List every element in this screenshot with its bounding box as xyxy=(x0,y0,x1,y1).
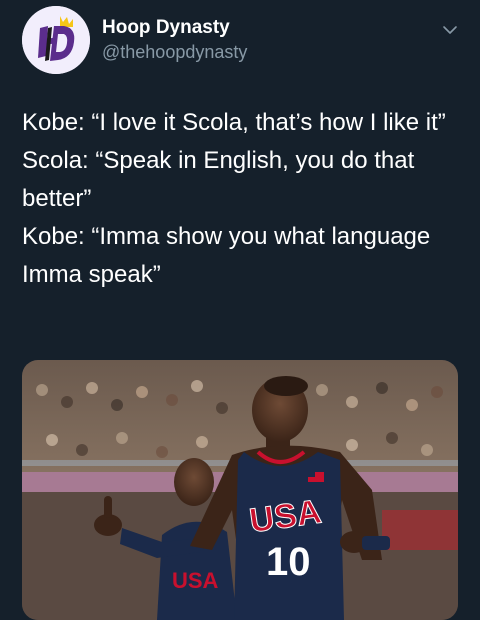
second-jersey-text: USA xyxy=(172,568,219,593)
tweet-header: Hoop Dynasty @thehoopdynasty xyxy=(22,6,462,76)
avatar[interactable] xyxy=(22,6,90,74)
handle[interactable]: @thehoopdynasty xyxy=(102,40,247,64)
hoop-dynasty-logo-icon xyxy=(22,6,90,74)
tweet[interactable]: Hoop Dynasty @thehoopdynasty Kobe: “I lo… xyxy=(0,0,480,620)
tweet-line: Scola: “Speak in English, you do that be… xyxy=(22,147,421,212)
jersey-number: 10 xyxy=(266,540,311,584)
chevron-down-icon[interactable] xyxy=(440,20,460,40)
tweet-text: Kobe: “I love it Scola, that’s how I lik… xyxy=(22,104,462,294)
tweet-line: Kobe: “Imma show you what language Imma … xyxy=(22,223,437,288)
tweet-photo[interactable]: USA USA 10 xyxy=(22,360,458,620)
photo-illustration: USA USA 10 xyxy=(22,360,458,620)
display-name[interactable]: Hoop Dynasty xyxy=(102,16,247,40)
author-names: Hoop Dynasty @thehoopdynasty xyxy=(102,16,247,64)
tweet-line: Kobe: “I love it Scola, that’s how I lik… xyxy=(22,109,446,136)
